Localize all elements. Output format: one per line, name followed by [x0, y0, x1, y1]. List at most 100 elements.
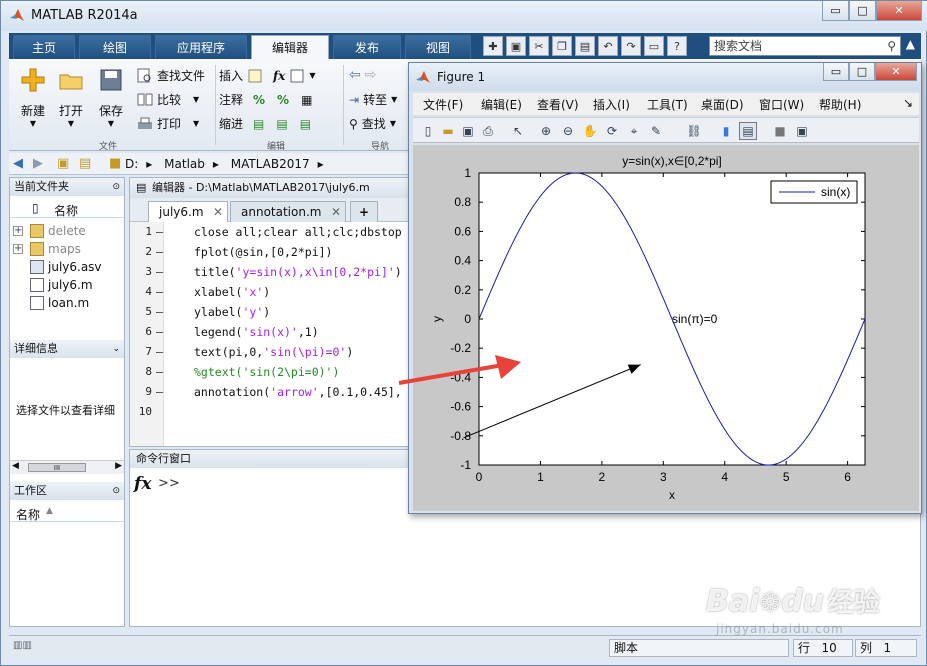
find-button[interactable]: ⚲ 查找 ▼ — [349, 115, 396, 132]
breakpoint-marker[interactable]: — — [156, 242, 163, 262]
horizontal-scrollbar[interactable]: ◀ III ▶ — [10, 460, 124, 474]
brush-icon[interactable]: ✎ — [647, 122, 665, 140]
back-arrow-icon[interactable]: ⇦ — [349, 67, 361, 83]
goto-dropdown-icon[interactable]: ▼ — [391, 95, 397, 104]
pan-icon[interactable]: ✋ — [581, 122, 599, 140]
compare-dropdown-icon[interactable]: ▼ — [193, 95, 199, 104]
breadcrumb-item[interactable]: D: — [125, 157, 138, 171]
breakpoint-marker[interactable]: — — [156, 382, 163, 402]
legend-icon[interactable]: ▤ — [739, 122, 757, 140]
open-icon[interactable]: ▬ — [439, 122, 457, 140]
decrease-indent-icon[interactable]: ▤ — [300, 117, 311, 131]
show-plot-tools-icon[interactable]: ▣ — [793, 122, 811, 140]
open-button[interactable]: 打开 ▼ — [51, 67, 91, 128]
help-icon[interactable]: ? — [667, 36, 687, 56]
breakpoint-marker[interactable]: — — [156, 282, 163, 302]
details-header[interactable]: 详细信息 ⌄ — [10, 340, 124, 358]
workspace-column-header[interactable]: 名称 ▲ — [10, 504, 124, 522]
zoom-in-icon[interactable]: ⊕ — [537, 122, 555, 140]
insert-dropdown-icon[interactable]: ▼ — [309, 71, 315, 80]
nav-arrows[interactable]: ⇦ ⇨ — [349, 67, 376, 83]
close-button[interactable]: ✕ — [876, 1, 922, 21]
tab-view[interactable]: 视图 — [405, 35, 471, 59]
tab-editor[interactable]: 编辑器 — [251, 35, 329, 59]
menu-file[interactable]: 文件(F) — [423, 96, 463, 113]
paste-icon[interactable]: ▤ — [575, 36, 595, 56]
browse-folder-icon[interactable]: ▤ — [79, 156, 91, 171]
add-tab-button[interactable]: + — [350, 201, 378, 222]
save-button[interactable]: 保存 ▼ — [91, 67, 131, 128]
new-button[interactable]: 新建 ▼ — [13, 67, 53, 128]
list-item[interactable]: july6.m — [30, 278, 93, 292]
code-line[interactable]: 8 — %gtext('sin(2\pi=0)') — [130, 362, 420, 382]
menu-edit[interactable]: 编辑(E) — [481, 96, 522, 113]
menu-tools[interactable]: 工具(T) — [647, 96, 688, 113]
zoom-out-icon[interactable]: ⊖ — [559, 122, 577, 140]
code-line[interactable]: 9 — annotation('arrow',[0.1,0.45], — [130, 382, 420, 402]
breadcrumb[interactable]: D: ▸ Matlab ▸ MATLAB2017 ▸ — [125, 157, 332, 171]
editor-tab-july6[interactable]: july6.m ✕ — [148, 201, 228, 222]
forward-arrow-icon[interactable]: ⇨ — [365, 67, 377, 83]
pointer-icon[interactable]: ↖ — [509, 122, 527, 140]
breakpoint-marker[interactable]: — — [156, 342, 163, 362]
code-line[interactable]: 7 — text(pi,0,'sin(\pi)=0') — [130, 342, 420, 362]
breakpoint-marker[interactable]: — — [156, 322, 163, 342]
find-dropdown-icon[interactable]: ▼ — [390, 119, 396, 128]
new-icon[interactable]: ✚ — [483, 36, 503, 56]
fx-icon[interactable]: fx — [134, 474, 151, 494]
menu-help[interactable]: 帮助(H) — [819, 96, 861, 113]
command-prompt[interactable]: >> — [158, 476, 180, 491]
colorbar-icon[interactable]: ▮ — [717, 122, 735, 140]
expand-icon[interactable]: + — [13, 244, 23, 254]
expand-icon[interactable]: + — [13, 226, 23, 236]
smart-indent-icon[interactable]: ▤ — [253, 117, 264, 131]
panel-menu-icon[interactable]: ⊙ — [112, 178, 120, 196]
current-folder-header[interactable]: 当前文件夹 ⊙ — [10, 178, 124, 196]
cut-icon[interactable]: ✂ — [529, 36, 549, 56]
search-docs-input[interactable]: 搜索文档 ⚲ — [709, 36, 901, 56]
breakpoint-marker[interactable]: — — [156, 262, 163, 282]
scroll-right-icon[interactable]: ▶ — [115, 461, 122, 471]
list-item[interactable]: loan.m — [30, 296, 89, 310]
list-item[interactable]: maps — [30, 242, 81, 256]
breadcrumb-item[interactable]: MATLAB2017 — [231, 157, 310, 171]
tab-publish[interactable]: 发布 — [333, 35, 401, 59]
new-dropdown-icon[interactable]: ▼ — [13, 119, 53, 128]
save-icon[interactable]: ▣ — [459, 122, 477, 140]
breakpoint-marker[interactable]: — — [156, 222, 163, 242]
uncomment-icon[interactable]: % — [277, 93, 289, 107]
code-line[interactable]: 10 — [130, 402, 420, 422]
minimize-button[interactable]: ▭ — [822, 1, 849, 21]
menu-insert[interactable]: 插入(I) — [593, 96, 630, 113]
sort-asc-icon[interactable]: ▲ — [46, 506, 53, 516]
tab-home[interactable]: 主页 — [13, 35, 75, 59]
code-line[interactable]: 2 — fplot(@sin,[0,2*pi]) — [130, 242, 420, 262]
insert-button[interactable]: 插入 fx ▼ — [219, 67, 316, 84]
column-header-name[interactable]: ▯ 名称 — [10, 200, 124, 218]
comment-percent-icon[interactable]: % — [253, 93, 265, 107]
figure-close-button[interactable]: ✕ — [875, 63, 917, 81]
print-dropdown-icon[interactable]: ▼ — [193, 119, 199, 128]
menu-desktop[interactable]: 桌面(D) — [701, 96, 744, 113]
insert-section-icon[interactable] — [289, 68, 305, 84]
redo-icon[interactable]: ↷ — [621, 36, 641, 56]
figure-maximize-button[interactable]: □ — [849, 63, 875, 81]
menu-window[interactable]: 窗口(W) — [759, 96, 804, 113]
switch-window-icon[interactable]: ▭ — [644, 36, 664, 56]
chevron-down-icon[interactable]: ⌄ — [112, 340, 120, 358]
code-line[interactable]: 3 — title('y=sin(x),x\in[0,2*pi]') — [130, 262, 420, 282]
maximize-button[interactable]: □ — [849, 1, 876, 21]
breakpoint-marker[interactable]: — — [156, 302, 163, 322]
fx-button[interactable]: fx — [273, 69, 285, 83]
print-icon[interactable]: ⎙ — [479, 122, 497, 140]
scroll-thumb[interactable]: III — [28, 463, 86, 472]
scroll-left-icon[interactable]: ◀ — [12, 461, 19, 471]
new-figure-icon[interactable]: ▯ — [419, 122, 437, 140]
breadcrumb-item[interactable]: Matlab — [164, 157, 205, 171]
code-line[interactable]: 1 — close all;clear all;clc;dbstop — [130, 222, 420, 242]
code-line[interactable]: 5 — ylabel('y') — [130, 302, 420, 322]
comment-button[interactable]: 注释%% ▦ — [219, 91, 312, 108]
rotate-icon[interactable]: ⟳ — [603, 122, 621, 140]
undo-icon[interactable]: ↶ — [598, 36, 618, 56]
tab-apps[interactable]: 应用程序 — [155, 35, 247, 59]
